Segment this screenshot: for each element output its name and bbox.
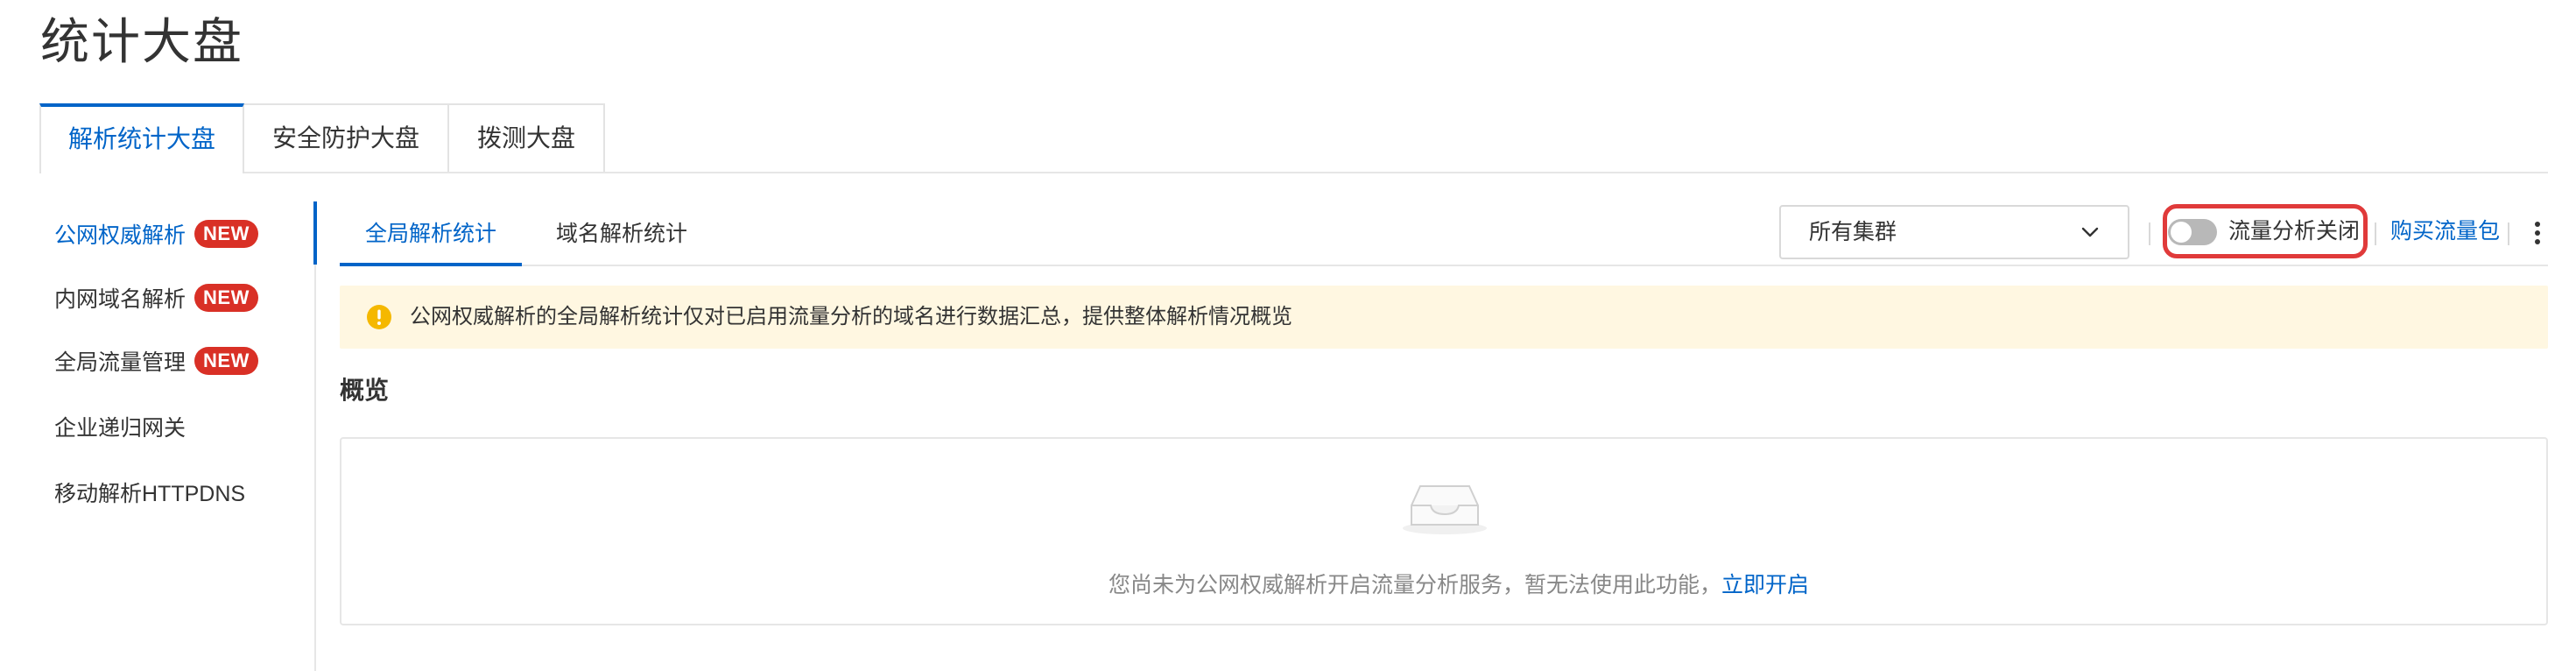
overview-title: 概览: [340, 377, 390, 404]
empty-inbox-icon: [1403, 485, 1487, 534]
toolbar-divider: [2508, 222, 2509, 245]
buy-traffic-package-link[interactable]: 购买流量包: [2390, 215, 2500, 247]
cluster-select[interactable]: 所有集群: [1779, 205, 2129, 259]
empty-state-message: 您尚未为公网权威解析开启流量分析服务，暂无法使用此功能，立即开启: [1109, 569, 1809, 601]
chevron-down-icon: [2081, 227, 2099, 237]
enable-now-link[interactable]: 立即开启: [1721, 573, 1809, 597]
nav-divider: [314, 201, 316, 671]
tab-global-stats[interactable]: 全局解析统计: [340, 203, 522, 266]
traffic-analysis-toggle[interactable]: [2168, 219, 2217, 245]
nav-item-private-zone[interactable]: 内网域名解析 NEW: [54, 280, 258, 315]
nav-item-public-authoritative[interactable]: 公网权威解析 NEW: [54, 216, 258, 251]
new-badge: NEW: [194, 284, 258, 312]
warning-icon: [367, 305, 391, 329]
top-tabs: 解析统计大盘 安全防护大盘 拨测大盘: [39, 103, 2548, 173]
new-badge: NEW: [194, 220, 258, 248]
tab-security-stats[interactable]: 安全防护大盘: [243, 103, 449, 172]
toolbar-divider: [2149, 222, 2150, 245]
nav-item-label: 移动解析HTTPDNS: [54, 482, 246, 506]
cluster-select-value: 所有集群: [1809, 220, 1897, 244]
nav-item-httpdns[interactable]: 移动解析HTTPDNS: [54, 475, 245, 510]
nav-item-gtm[interactable]: 全局流量管理 NEW: [54, 343, 258, 378]
traffic-analysis-label: 流量分析关闭: [2228, 219, 2361, 244]
empty-state-text: 您尚未为公网权威解析开启流量分析服务，暂无法使用此功能，: [1109, 573, 1722, 597]
info-alert: 公网权威解析的全局解析统计仅对已启用流量分析的域名进行数据汇总，提供整体解析情况…: [340, 286, 2548, 349]
alert-message: 公网权威解析的全局解析统计仅对已启用流量分析的域名进行数据汇总，提供整体解析情况…: [410, 305, 1292, 328]
toolbar-divider: [2375, 222, 2376, 245]
nav-item-label: 企业递归网关: [54, 416, 187, 441]
nav-item-label: 公网权威解析: [54, 223, 187, 248]
toggle-knob: [2171, 222, 2192, 243]
tab-probe-stats[interactable]: 拨测大盘: [447, 103, 605, 172]
page-title: 统计大盘: [40, 14, 243, 69]
nav-item-label: 全局流量管理: [54, 350, 187, 375]
more-vertical-icon[interactable]: [2527, 219, 2548, 247]
nav-item-recursive-gateway[interactable]: 企业递归网关: [54, 409, 186, 444]
tab-domain-stats[interactable]: 域名解析统计: [534, 203, 709, 265]
new-badge: NEW: [194, 347, 258, 375]
tab-parse-stats[interactable]: 解析统计大盘: [39, 103, 244, 173]
nav-item-label: 内网域名解析: [54, 287, 187, 312]
nav-active-indicator: [313, 201, 317, 265]
